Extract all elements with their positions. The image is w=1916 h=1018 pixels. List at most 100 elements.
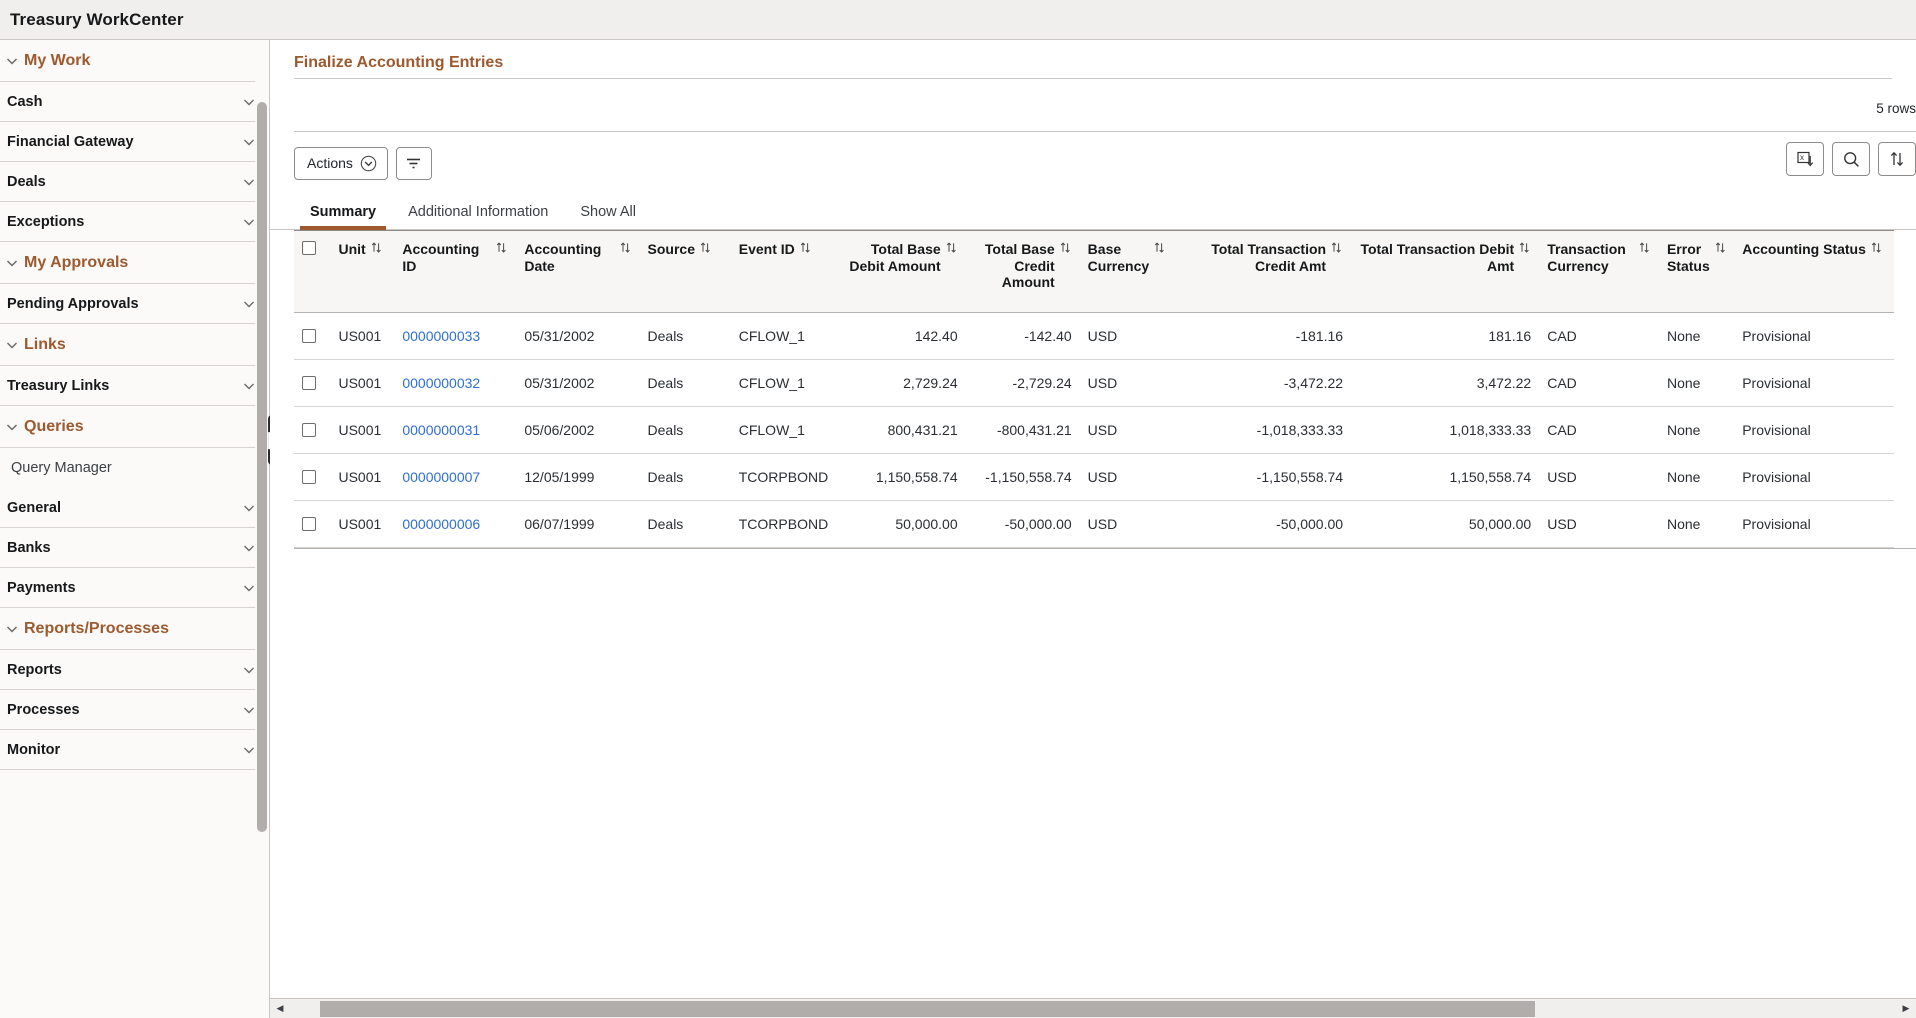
- sidebar-item-monitor[interactable]: Monitor: [0, 730, 269, 770]
- sidebar-group-my-work[interactable]: My Work: [0, 40, 269, 82]
- grid-toolbar-right: x: [1786, 142, 1916, 176]
- tab-additional-information[interactable]: Additional Information: [392, 204, 564, 229]
- cell-total-transaction-credit-amt: -50,000.00: [1169, 501, 1351, 548]
- row-select-checkbox[interactable]: [302, 376, 316, 390]
- sidebar-item-banks[interactable]: Banks: [0, 528, 269, 568]
- accounting-id-link[interactable]: 0000000033: [402, 328, 480, 344]
- cell-total-base-credit-amount: -1,150,558.74: [966, 454, 1080, 501]
- table-row[interactable]: US001000000003105/06/2002DealsCFLOW_1800…: [294, 407, 1894, 454]
- cell-total-transaction-debit-amt: 1,018,333.33: [1351, 407, 1539, 454]
- sidebar-group-label: Reports/Processes: [24, 620, 169, 638]
- sidebar-item-payments[interactable]: Payments: [0, 568, 269, 608]
- column-header-label: Total Transaction Debit Amt: [1359, 241, 1514, 274]
- filter-button[interactable]: [396, 147, 432, 180]
- sort-updown-icon[interactable]: [1714, 241, 1727, 254]
- sort-updown-icon[interactable]: [1870, 241, 1883, 254]
- select-all-checkbox[interactable]: [302, 241, 316, 255]
- sort-updown-icon[interactable]: [699, 241, 712, 254]
- column-header-transaction-currency[interactable]: Transaction Currency: [1539, 231, 1659, 313]
- sidebar-item-label: Payments: [7, 580, 76, 596]
- column-header-total-transaction-credit-amt[interactable]: Total Transaction Credit Amt: [1169, 231, 1351, 313]
- column-header-accounting-status[interactable]: Accounting Status: [1734, 231, 1894, 313]
- sidebar-group-queries[interactable]: Queries: [0, 406, 269, 448]
- sidebar-group-links[interactable]: Links: [0, 324, 269, 366]
- sidebar-item-cash[interactable]: Cash: [0, 82, 269, 122]
- main-content: Finalize Accounting Entries 5 rows Actio…: [270, 40, 1916, 1018]
- accounting-id-link[interactable]: 0000000006: [402, 516, 480, 532]
- column-header-event-id[interactable]: Event ID: [731, 231, 838, 313]
- sidebar-item-deals[interactable]: Deals: [0, 162, 269, 202]
- row-select-checkbox[interactable]: [302, 423, 316, 437]
- table-row[interactable]: US001000000000606/07/1999DealsTCORPBOND5…: [294, 501, 1894, 548]
- app-title: Treasury WorkCenter: [10, 10, 184, 30]
- accounting-id-link[interactable]: 0000000031: [402, 422, 480, 438]
- sidebar-group-reports-processes[interactable]: Reports/Processes: [0, 608, 269, 650]
- sort-updown-icon[interactable]: [945, 241, 958, 254]
- column-header-accounting-date[interactable]: Accounting Date: [516, 231, 639, 313]
- sidebar-item-general[interactable]: General: [0, 488, 269, 528]
- cell-source: Deals: [640, 313, 731, 360]
- export-to-excel-button[interactable]: x: [1786, 142, 1824, 176]
- cell-base-currency: USD: [1080, 313, 1169, 360]
- horizontal-scrollbar[interactable]: ◀ ▶: [270, 998, 1916, 1018]
- sidebar-item-label: Reports: [7, 662, 62, 678]
- row-select-checkbox[interactable]: [302, 470, 316, 484]
- column-header-base-currency[interactable]: Base Currency: [1080, 231, 1169, 313]
- column-header-unit[interactable]: Unit: [330, 231, 394, 313]
- cell-transaction-currency: CAD: [1539, 360, 1659, 407]
- sort-updown-icon[interactable]: [619, 241, 632, 254]
- column-header-error-status[interactable]: Error Status: [1659, 231, 1734, 313]
- accounting-id-link[interactable]: 0000000007: [402, 469, 480, 485]
- scroll-left-arrow-icon[interactable]: ◀: [270, 999, 290, 1018]
- sort-updown-icon[interactable]: [370, 241, 383, 254]
- accounting-id-link[interactable]: 0000000032: [402, 375, 480, 391]
- row-select-checkbox[interactable]: [302, 329, 316, 343]
- cell-accounting-id: 0000000006: [394, 501, 516, 548]
- chevron-down-circle-icon: [360, 155, 377, 172]
- table-row[interactable]: US001000000003305/31/2002DealsCFLOW_1142…: [294, 313, 1894, 360]
- column-header-total-base-credit-amount[interactable]: Total Base Credit Amount: [966, 231, 1080, 313]
- sort-updown-icon[interactable]: [1518, 241, 1531, 254]
- table-row[interactable]: US001000000003205/31/2002DealsCFLOW_12,7…: [294, 360, 1894, 407]
- horizontal-scrollbar-thumb[interactable]: [320, 1001, 1535, 1017]
- sidebar-scrollbar-track[interactable]: [255, 40, 269, 1018]
- actions-button[interactable]: Actions: [294, 147, 388, 180]
- sidebar-item-financial-gateway[interactable]: Financial Gateway: [0, 122, 269, 162]
- sidebar-group-my-approvals[interactable]: My Approvals: [0, 242, 269, 284]
- sidebar-group-label: My Work: [24, 52, 90, 70]
- sidebar-item-exceptions[interactable]: Exceptions: [0, 202, 269, 242]
- export-to-excel-icon: x: [1796, 150, 1815, 169]
- sidebar-scrollbar-thumb[interactable]: [257, 102, 267, 832]
- sidebar-item-label: General: [7, 500, 61, 516]
- cell-total-transaction-debit-amt: 50,000.00: [1351, 501, 1539, 548]
- sort-updown-icon[interactable]: [495, 241, 508, 254]
- column-header-total-transaction-debit-amt[interactable]: Total Transaction Debit Amt: [1351, 231, 1539, 313]
- sort-updown-icon[interactable]: [1330, 241, 1343, 254]
- column-header-accounting-id[interactable]: Accounting ID: [394, 231, 516, 313]
- sort-updown-icon[interactable]: [1638, 241, 1651, 254]
- search-button[interactable]: [1832, 142, 1870, 176]
- scroll-right-arrow-icon[interactable]: ▶: [1896, 999, 1916, 1018]
- column-header-label: Event ID: [739, 241, 795, 258]
- sort-updown-icon[interactable]: [799, 241, 812, 254]
- content-inner: Finalize Accounting Entries 5 rows Actio…: [270, 40, 1916, 1018]
- sidebar-item-pending-approvals[interactable]: Pending Approvals: [0, 284, 269, 324]
- sidebar-item-treasury-links[interactable]: Treasury Links: [0, 366, 269, 406]
- sidebar-item-processes[interactable]: Processes: [0, 690, 269, 730]
- column-header-source[interactable]: Source: [640, 231, 731, 313]
- table-row[interactable]: US001000000000712/05/1999DealsTCORPBOND1…: [294, 454, 1894, 501]
- sort-updown-icon[interactable]: [1153, 241, 1166, 254]
- column-header-total-base-debit-amount[interactable]: Total Base Debit Amount: [838, 231, 966, 313]
- sort-updown-icon[interactable]: [1059, 241, 1072, 254]
- tab-summary[interactable]: Summary: [294, 204, 392, 229]
- row-select-checkbox[interactable]: [302, 517, 316, 531]
- cell-unit: US001: [330, 407, 394, 454]
- column-header-label: Total Base Debit Amount: [846, 241, 941, 274]
- sidebar-item-reports[interactable]: Reports: [0, 650, 269, 690]
- row-select-cell: [294, 407, 330, 454]
- sort-button[interactable]: [1878, 142, 1916, 176]
- cell-accounting-date: 06/07/1999: [516, 501, 639, 548]
- sidebar-item-query-manager[interactable]: Query Manager: [0, 448, 269, 488]
- horizontal-scrollbar-track[interactable]: [290, 999, 1896, 1018]
- tab-show-all[interactable]: Show All: [564, 204, 652, 229]
